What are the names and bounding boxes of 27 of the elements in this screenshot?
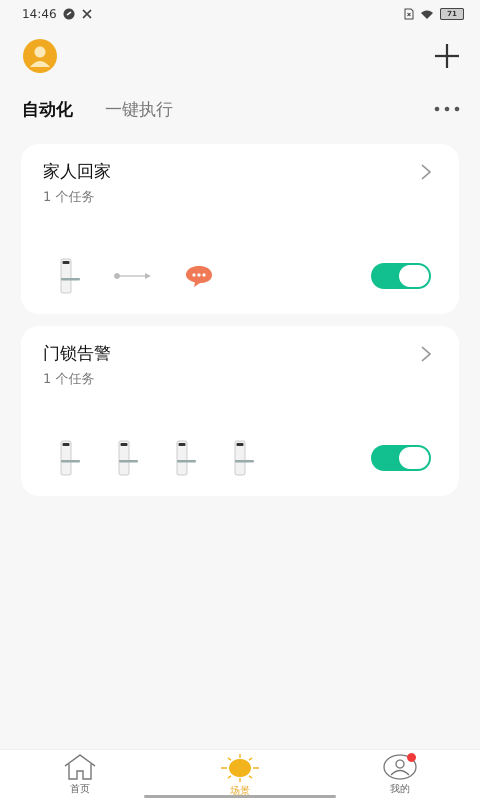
message-icon [185, 264, 213, 288]
scene-card[interactable]: 家人回家 1 个任务 [21, 144, 459, 314]
nav-tab[interactable]: 首页 [0, 750, 160, 800]
scene-card[interactable]: 门锁告警 1 个任务 [21, 326, 459, 496]
task-count: 1 个任务 [43, 189, 96, 206]
task-count: 1 个任务 [43, 371, 96, 388]
arrow-icon [113, 271, 153, 281]
tab[interactable]: 自动化 [22, 98, 73, 120]
sim-card-icon [404, 8, 414, 20]
toggle-switch[interactable] [371, 263, 431, 289]
toggle-switch[interactable] [371, 445, 431, 471]
avatar-icon[interactable] [22, 38, 58, 74]
user-icon [383, 754, 417, 780]
clock-time: 14:46 [22, 7, 57, 21]
scene-title: 家人回家 [43, 161, 111, 183]
nav-tab[interactable]: 我的 [320, 750, 480, 800]
home-icon [63, 754, 97, 780]
chevron-right-icon[interactable] [421, 346, 431, 362]
tab[interactable]: 一键执行 [105, 98, 173, 120]
add-icon[interactable] [434, 43, 460, 69]
status-circle-icon [62, 8, 75, 20]
sun-icon [221, 754, 259, 782]
chevron-right-icon[interactable] [421, 164, 431, 180]
more-icon[interactable] [434, 106, 460, 112]
tools-icon [80, 8, 93, 20]
scene-title: 门锁告警 [43, 343, 111, 365]
wifi-icon [420, 8, 434, 20]
